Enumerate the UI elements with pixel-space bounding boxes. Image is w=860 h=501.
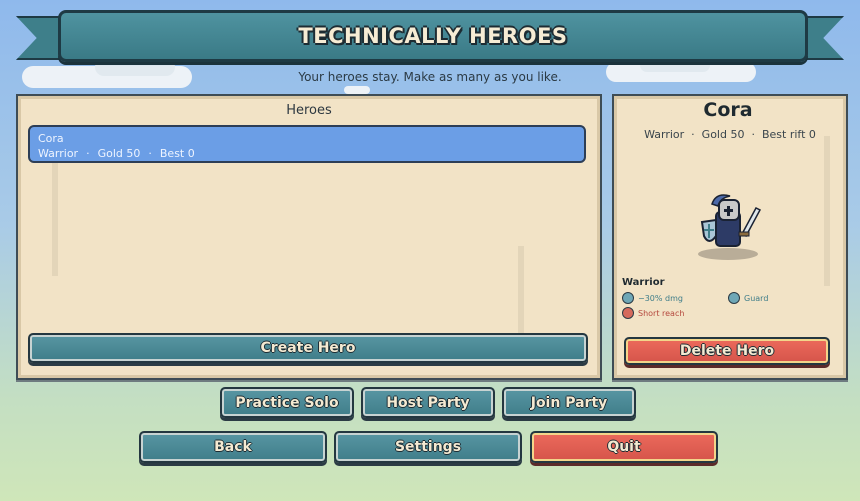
back-button[interactable]: Back bbox=[139, 431, 327, 463]
hero-row-gold: Gold 50 bbox=[97, 147, 141, 160]
sword-icon bbox=[622, 307, 634, 319]
host-party-button[interactable]: Host Party bbox=[361, 387, 495, 418]
separator: · bbox=[691, 128, 695, 141]
game-title: TECHNICALLY HEROES bbox=[298, 24, 568, 48]
hero-gold: Gold 50 bbox=[701, 128, 745, 141]
title-banner: TECHNICALLY HEROES bbox=[58, 10, 808, 62]
parchment-streak bbox=[52, 156, 58, 276]
quit-button[interactable]: Quit bbox=[530, 431, 718, 463]
heroes-heading: Heroes bbox=[286, 103, 332, 118]
separator: · bbox=[148, 147, 152, 160]
hero-best-rift: Best rift 0 bbox=[761, 128, 816, 141]
trait-text: −30% dmg bbox=[638, 293, 683, 303]
cloud bbox=[344, 86, 370, 94]
shield-icon bbox=[728, 292, 740, 304]
hero-row-class: Warrior bbox=[38, 147, 79, 160]
trait-damage-reduction: −30% dmg bbox=[622, 292, 683, 304]
trait-text: Short reach bbox=[638, 308, 685, 318]
delete-hero-button[interactable]: Delete Hero bbox=[624, 337, 830, 365]
trait-text: Guard bbox=[744, 293, 769, 303]
subtitle: Your heroes stay. Make as many as you li… bbox=[298, 70, 562, 84]
settings-button[interactable]: Settings bbox=[334, 431, 522, 463]
separator: · bbox=[751, 128, 755, 141]
class-label: Warrior bbox=[622, 277, 665, 288]
hero-row-name: Cora bbox=[38, 132, 64, 145]
warrior-sprite bbox=[698, 194, 762, 260]
separator: · bbox=[86, 147, 90, 160]
parchment-streak bbox=[824, 136, 830, 286]
trait-guard: Guard bbox=[728, 292, 768, 304]
hero-row-stats: Warrior · Gold 50 · Best 0 bbox=[38, 146, 576, 161]
create-hero-button[interactable]: Create Hero bbox=[28, 333, 588, 363]
shield-icon bbox=[622, 292, 634, 304]
practice-solo-button[interactable]: Practice Solo bbox=[220, 387, 354, 418]
hero-row-best: Best 0 bbox=[159, 147, 195, 160]
hero-list-item[interactable]: Cora Warrior · Gold 50 · Best 0 bbox=[28, 125, 586, 163]
trait-short-reach: Short reach bbox=[622, 307, 684, 319]
hero-meta: Warrior · Gold 50 · Best rift 0 bbox=[612, 128, 848, 141]
hero-class: Warrior bbox=[644, 128, 685, 141]
join-party-button[interactable]: Join Party bbox=[502, 387, 636, 418]
hero-name: Cora bbox=[703, 99, 753, 121]
